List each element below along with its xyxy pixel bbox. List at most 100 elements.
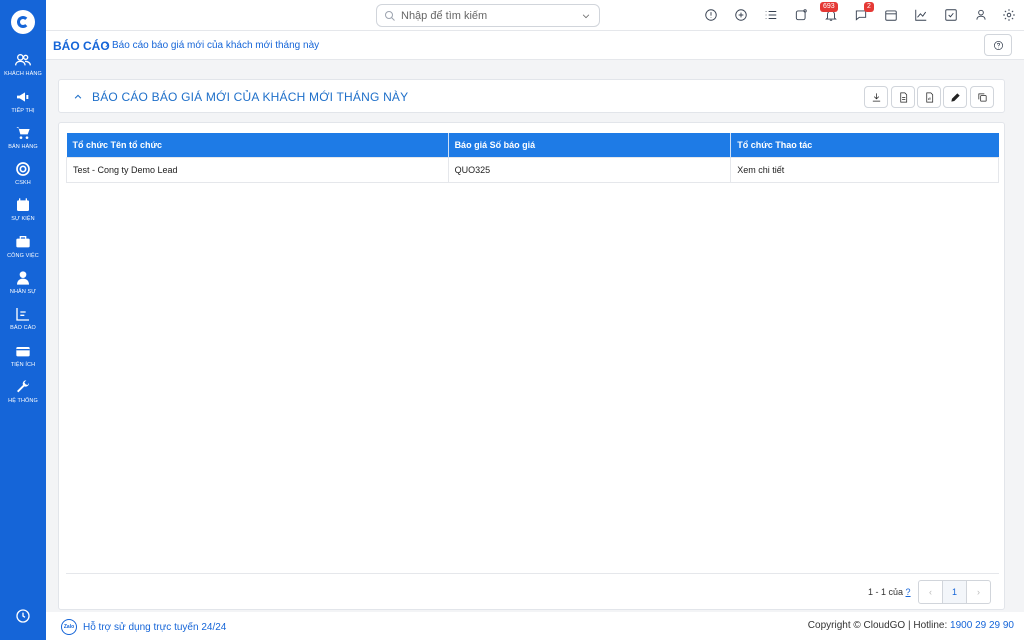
file-icon [899, 92, 907, 102]
sidebar-item-marketing[interactable]: TIẾP THỊ [0, 89, 46, 114]
support-text: Hỗ trợ sử dụng trực tuyến 24/24 [83, 621, 227, 633]
table-divider [66, 573, 999, 574]
tasks-button[interactable] [794, 8, 808, 22]
next-page-button[interactable]: › [967, 581, 990, 603]
pagination-help[interactable]: ? [906, 587, 911, 597]
column-header-action[interactable]: Tổ chức Thao tác [730, 133, 999, 157]
sidebar-item-sales[interactable]: BÁN HÀNG [0, 125, 46, 150]
cell-action-view-detail[interactable]: Xem chi tiết [730, 156, 999, 183]
sidebar-item-tasks[interactable]: CÔNG VIỆC [0, 234, 46, 259]
add-button[interactable] [734, 8, 748, 22]
messages-badge: 2 [864, 2, 874, 12]
chevron-down-icon[interactable] [581, 11, 591, 21]
megaphone-icon [17, 92, 29, 102]
breadcrumb-current: Báo cáo báo giá mới của khách mới tháng … [112, 40, 320, 51]
sidebar-item-label: BÁO CÁO [10, 325, 36, 331]
list-button[interactable] [764, 8, 778, 22]
alert-button[interactable] [704, 8, 718, 22]
cart-icon [16, 127, 30, 139]
report-table: Tổ chức Tên tổ chức Báo giá Số báo giá T… [66, 133, 999, 183]
sidebar-item-label: CSKH [15, 180, 31, 186]
sidebar-item-reports[interactable]: BÁO CÁO [0, 306, 46, 331]
box-icon [16, 347, 30, 357]
users-icon [15, 54, 31, 66]
pagination: ‹ 1 › [918, 580, 991, 604]
footer: Zalo Hỗ trợ sử dụng trực tuyến 24/24 Cop… [46, 612, 1024, 640]
sidebar-item-events[interactable]: SỰ KIỆN [0, 197, 46, 222]
export-excel-button[interactable] [917, 86, 941, 108]
cell-org-name[interactable]: Test - Cong ty Demo Lead [66, 156, 449, 183]
profile-button[interactable] [974, 8, 988, 22]
copyright: Copyright © CloudGO | Hotline: 1900 29 2… [808, 620, 1014, 631]
sidebar-item-label: KHÁCH HÀNG [4, 71, 42, 77]
calendar-icon [17, 198, 29, 211]
checkbox-icon [945, 9, 957, 21]
column-header-org-name[interactable]: Tổ chức Tên tổ chức [66, 133, 449, 157]
plus-circle-icon [735, 9, 747, 21]
sidebar-item-label: NHÂN SỰ [9, 289, 37, 295]
file-chart-icon [925, 92, 933, 102]
breadcrumb-root[interactable]: BÁO CÁO [53, 39, 110, 53]
gear-icon [1003, 9, 1015, 21]
edit-button[interactable] [943, 86, 967, 108]
column-header-quote-number[interactable]: Báo giá Số báo giá [448, 133, 732, 157]
cloudgo-logo[interactable] [11, 10, 35, 34]
calendar-icon [885, 10, 897, 21]
clock-icon[interactable] [15, 608, 31, 624]
pagination-summary: 1 - 1 của ? [868, 587, 911, 597]
prev-page-button[interactable]: ‹ [919, 581, 943, 603]
sidebar: KHÁCH HÀNG TIẾP THỊ BÁN HÀNG CSKH SỰ KIỆ… [0, 0, 46, 640]
briefcase-icon [16, 236, 30, 248]
table-header-row: Tổ chức Tên tổ chức Báo giá Số báo giá T… [66, 133, 999, 157]
zalo-icon: Zalo [61, 619, 77, 635]
report-header: BÁO CÁO BÁO GIÁ MỚI CỦA KHÁCH MỚI THÁNG … [58, 79, 1005, 113]
square-check-icon [795, 9, 807, 21]
search-icon [385, 10, 395, 21]
page-button-current[interactable]: 1 [943, 581, 967, 603]
line-chart-icon [915, 9, 927, 21]
sidebar-item-label: SỰ KIỆN [11, 216, 35, 222]
help-icon [993, 40, 1003, 50]
online-support[interactable]: Zalo Hỗ trợ sử dụng trực tuyến 24/24 [61, 619, 226, 635]
sidebar-item-utilities[interactable]: TIỆN ÍCH [0, 343, 46, 368]
sidebar-item-hr[interactable]: NHÂN SỰ [0, 270, 46, 295]
breadcrumb-separator: › [105, 39, 109, 51]
settings-button[interactable] [1002, 8, 1016, 22]
sidebar-item-customers[interactable]: KHÁCH HÀNG [0, 52, 46, 77]
messages-button[interactable]: 2 [854, 2, 874, 22]
download-icon [872, 92, 880, 102]
notifications-button[interactable]: 693 [820, 2, 838, 22]
help-button[interactable] [984, 34, 1012, 56]
cell-quote-number[interactable]: QUO325 [447, 156, 732, 183]
calendar-button[interactable] [884, 8, 898, 22]
breadcrumb: BÁO CÁO › Báo cáo báo giá mới của khách … [46, 31, 1024, 60]
search-input[interactable] [401, 9, 576, 22]
search-box[interactable] [376, 4, 600, 27]
sidebar-item-cskh[interactable]: CSKH [0, 161, 46, 186]
pencil-icon [950, 92, 960, 102]
table-row: Test - Cong ty Demo Lead QUO325 Xem chi … [66, 156, 999, 183]
user-icon [976, 9, 986, 20]
chevron-up-icon[interactable] [73, 92, 83, 102]
report-title: BÁO CÁO BÁO GIÁ MỚI CỦA KHÁCH MỚI THÁNG … [92, 90, 409, 104]
duplicate-button[interactable] [970, 86, 994, 108]
hotline-number[interactable]: 1900 29 29 90 [950, 620, 1014, 631]
top-bar: 693 2 [46, 0, 1024, 31]
export-pdf-button[interactable] [891, 86, 915, 108]
copyright-text: Copyright © CloudGO | Hotline: [807, 620, 948, 631]
sidebar-item-system[interactable]: HỆ THỐNG [0, 379, 46, 404]
analytics-button[interactable] [914, 8, 928, 22]
sidebar-item-label: TIẾP THỊ [11, 108, 35, 114]
download-button[interactable] [864, 86, 888, 108]
sidebar-item-label: HỆ THỐNG [8, 398, 38, 404]
sidebar-item-label: BÁN HÀNG [8, 144, 38, 150]
sidebar-item-label: TIỆN ÍCH [10, 362, 36, 368]
alert-circle-icon [705, 9, 717, 21]
list-icon [765, 11, 777, 19]
copy-icon [977, 92, 987, 102]
support-icon [16, 162, 30, 176]
wrench-icon [17, 380, 30, 393]
sidebar-item-label: CÔNG VIỆC [7, 253, 39, 259]
checklist-button[interactable] [944, 8, 958, 22]
notifications-badge: 693 [820, 2, 838, 12]
